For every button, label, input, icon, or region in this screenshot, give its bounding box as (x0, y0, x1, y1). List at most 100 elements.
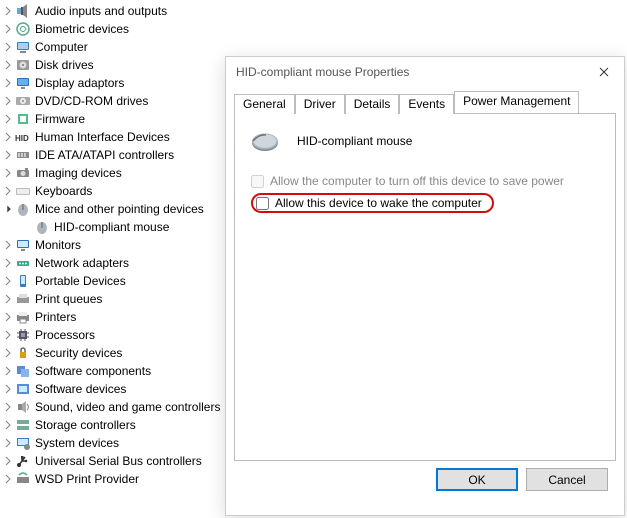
tab-power-management[interactable]: Power Management (454, 91, 579, 113)
tab-details[interactable]: Details (345, 94, 400, 114)
tab-driver[interactable]: Driver (295, 94, 345, 114)
tree-item-label: System devices (35, 434, 119, 452)
chevron-right-icon[interactable] (2, 95, 14, 107)
hid-icon: HID (15, 129, 31, 145)
tree-item-label: Software components (35, 362, 151, 380)
chevron-right-icon[interactable] (2, 401, 14, 413)
properties-dialog: HID-compliant mouse Properties GeneralDr… (225, 56, 625, 516)
sound-icon (15, 399, 31, 415)
ok-button[interactable]: OK (436, 468, 518, 491)
chevron-right-icon[interactable] (2, 113, 14, 125)
tree-item-label: Keyboards (35, 182, 92, 200)
tree-item[interactable]: Network adapters (2, 254, 230, 272)
tree-item[interactable]: DVD/CD-ROM drives (2, 92, 230, 110)
storage-icon (15, 417, 31, 433)
tree-item-label: Biometric devices (35, 20, 129, 38)
tree-item[interactable]: HID-compliant mouse (2, 218, 230, 236)
chevron-right-icon[interactable] (2, 149, 14, 161)
tree-item[interactable]: HIDHuman Interface Devices (2, 128, 230, 146)
option-turn-off-device: Allow the computer to turn off this devi… (251, 172, 603, 190)
chevron-down-icon[interactable] (2, 203, 14, 215)
chevron-right-icon[interactable] (2, 23, 14, 35)
tree-item[interactable]: Keyboards (2, 182, 230, 200)
tree-item[interactable]: Imaging devices (2, 164, 230, 182)
chevron-right-icon[interactable] (2, 185, 14, 197)
tree-item[interactable]: Software devices (2, 380, 230, 398)
chevron-right-icon[interactable] (2, 257, 14, 269)
chevron-right-icon[interactable] (2, 347, 14, 359)
device-tree[interactable]: Audio inputs and outputsBiometric device… (0, 0, 230, 490)
tree-item[interactable]: Printers (2, 308, 230, 326)
chevron-right-icon[interactable] (2, 329, 14, 341)
dialog-buttons: OK Cancel (436, 468, 608, 491)
checkbox-wake-computer[interactable] (256, 197, 269, 210)
chevron-right-icon[interactable] (2, 131, 14, 143)
mouse-icon (15, 201, 31, 217)
dialog-title: HID-compliant mouse Properties (236, 65, 590, 79)
tree-item[interactable]: Print queues (2, 290, 230, 308)
chevron-right-icon[interactable] (2, 167, 14, 179)
chevron-right-icon[interactable] (2, 311, 14, 323)
tab-events[interactable]: Events (399, 94, 454, 114)
tree-item[interactable]: Storage controllers (2, 416, 230, 434)
tree-item[interactable]: Security devices (2, 344, 230, 362)
option-wake-computer[interactable]: Allow this device to wake the computer (256, 194, 482, 212)
tree-item-label: Print queues (35, 290, 102, 308)
tree-item-label: Imaging devices (35, 164, 122, 182)
tree-item[interactable]: Disk drives (2, 56, 230, 74)
chevron-right-icon[interactable] (2, 437, 14, 449)
mouse-icon (247, 128, 281, 154)
tree-item-label: HID-compliant mouse (54, 218, 169, 236)
tree-item-label: Sound, video and game controllers (35, 398, 220, 416)
chevron-right-icon[interactable] (2, 5, 14, 17)
tree-item-label: Security devices (35, 344, 122, 362)
tree-item-label: WSD Print Provider (35, 470, 139, 488)
tree-item[interactable]: Software components (2, 362, 230, 380)
tree-item[interactable]: System devices (2, 434, 230, 452)
wsd-icon (15, 471, 31, 487)
tree-item-label: Computer (35, 38, 88, 56)
chevron-right-icon[interactable] (2, 419, 14, 431)
tree-item[interactable]: Display adaptors (2, 74, 230, 92)
tree-item-label: Portable Devices (35, 272, 126, 290)
tree-item[interactable]: Computer (2, 38, 230, 56)
chevron-right-icon[interactable] (2, 383, 14, 395)
chevron-right-icon[interactable] (2, 41, 14, 53)
tree-item-label: Network adapters (35, 254, 129, 272)
chevron-right-icon[interactable] (2, 365, 14, 377)
tree-item[interactable]: WSD Print Provider (2, 470, 230, 488)
chevron-right-icon[interactable] (2, 275, 14, 287)
tree-item-label: IDE ATA/ATAPI controllers (35, 146, 174, 164)
close-icon[interactable] (590, 58, 618, 86)
device-header: HID-compliant mouse (247, 128, 603, 154)
chevron-right-icon[interactable] (2, 77, 14, 89)
chevron-right-icon[interactable] (2, 293, 14, 305)
cancel-button[interactable]: Cancel (526, 468, 608, 491)
tree-item[interactable]: Processors (2, 326, 230, 344)
tree-item[interactable]: Monitors (2, 236, 230, 254)
chevron-right-icon[interactable] (2, 455, 14, 467)
tree-item[interactable]: Mice and other pointing devices (2, 200, 230, 218)
dialog-titlebar[interactable]: HID-compliant mouse Properties (226, 57, 624, 87)
tab-general[interactable]: General (234, 94, 295, 114)
network-icon (15, 255, 31, 271)
option-label: Allow the computer to turn off this devi… (270, 174, 564, 188)
chevron-right-icon[interactable] (2, 239, 14, 251)
tree-item[interactable]: IDE ATA/ATAPI controllers (2, 146, 230, 164)
system-icon (15, 435, 31, 451)
tree-item[interactable]: Sound, video and game controllers (2, 398, 230, 416)
chevron-right-icon[interactable] (2, 59, 14, 71)
monitor-icon (15, 237, 31, 253)
tree-item[interactable]: Universal Serial Bus controllers (2, 452, 230, 470)
tree-item[interactable]: Biometric devices (2, 20, 230, 38)
tree-item-label: DVD/CD-ROM drives (35, 92, 148, 110)
chevron-right-icon[interactable] (2, 473, 14, 485)
tree-item[interactable]: Firmware (2, 110, 230, 128)
swcomp-icon (15, 363, 31, 379)
tree-item-label: Software devices (35, 380, 126, 398)
tab-power-management: HID-compliant mouse Allow the computer t… (234, 113, 616, 461)
tree-item[interactable]: Portable Devices (2, 272, 230, 290)
biometric-icon (15, 21, 31, 37)
tree-item[interactable]: Audio inputs and outputs (2, 2, 230, 20)
ide-icon (15, 147, 31, 163)
